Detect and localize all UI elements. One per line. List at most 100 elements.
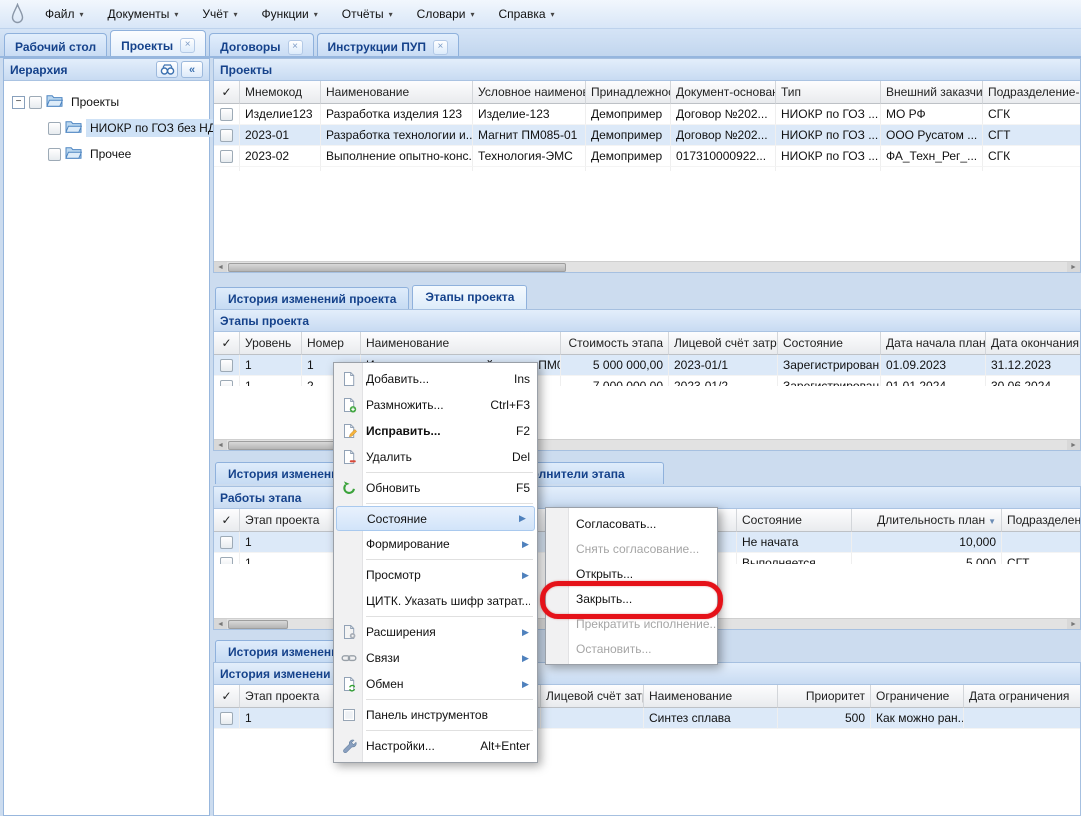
scroll-right-icon[interactable]: ► <box>1067 262 1080 273</box>
horizontal-scrollbar[interactable]: ◄ ► <box>214 261 1080 272</box>
column-header[interactable]: Внешний заказчик <box>881 81 983 104</box>
column-header[interactable]: Состояние <box>778 332 881 355</box>
tab-Рабочий стол[interactable]: Рабочий стол <box>4 33 107 56</box>
column-header[interactable]: Дата ограничения <box>964 685 1080 708</box>
tree-node-root[interactable]: − Проекты <box>8 89 205 115</box>
table-row[interactable]: 2023-02Выполнение опытно-конс...Технолог… <box>214 146 1080 167</box>
row-checkbox[interactable] <box>220 536 233 549</box>
subtab-Этапы проекта[interactable]: Этапы проекта <box>412 285 527 309</box>
scroll-right-icon[interactable]: ► <box>1067 440 1080 451</box>
row-checkbox[interactable] <box>220 359 233 372</box>
menubar-item[interactable]: Отчёты▾ <box>331 2 404 26</box>
collapse-sidebar-button[interactable]: « <box>181 61 203 78</box>
column-header[interactable]: Дата начала план <box>881 332 986 355</box>
scroll-left-icon[interactable]: ◄ <box>214 619 227 630</box>
table-cell: Выполнение опытно-конс... <box>321 146 473 167</box>
context-menu-item[interactable]: Формирование▶ <box>334 531 537 557</box>
column-header[interactable]: Принадлежность <box>586 81 671 104</box>
context-menu-item[interactable]: Настройки...Alt+Enter <box>334 733 537 759</box>
table-row[interactable]: Изделие123Разработка изделия 123Изделие-… <box>214 104 1080 125</box>
table-cell: СГТ <box>1002 553 1080 564</box>
context-menu-item[interactable]: Состояние▶ <box>336 506 535 531</box>
close-icon[interactable]: × <box>288 40 303 55</box>
column-header[interactable]: Длительность план▼ <box>852 509 1002 532</box>
row-checkbox[interactable] <box>220 129 233 142</box>
column-header[interactable]: Уровень <box>240 332 302 355</box>
context-menu-item[interactable]: Расширения▶ <box>334 619 537 645</box>
row-checkbox[interactable] <box>220 108 233 121</box>
scrollbar-thumb[interactable] <box>228 263 566 272</box>
column-header[interactable]: Состояние <box>737 509 852 532</box>
scroll-left-icon[interactable]: ◄ <box>214 440 227 451</box>
select-all-header[interactable]: ✓ <box>214 332 240 355</box>
column-header[interactable]: Тип <box>776 81 881 104</box>
submenu-item-annotated[interactable]: Закрыть... <box>546 586 717 611</box>
menubar-item[interactable]: Учёт▾ <box>191 2 248 26</box>
row-checkbox[interactable] <box>220 557 233 564</box>
close-icon[interactable]: × <box>433 40 448 55</box>
menu-separator <box>366 472 533 473</box>
table-cell: 017310000922... <box>671 146 776 167</box>
column-header[interactable]: Лицевой счёт затрат. <box>669 332 778 355</box>
scroll-left-icon[interactable]: ◄ <box>214 262 227 273</box>
context-menu-item[interactable]: Просмотр▶ <box>334 562 537 588</box>
menubar-item[interactable]: Словари▾ <box>406 2 486 26</box>
submenu-item[interactable]: Согласовать... <box>546 511 717 536</box>
close-icon[interactable]: × <box>180 38 195 53</box>
column-header[interactable]: Документ-основан <box>671 81 776 104</box>
table-cell: НИОКР по ГОЗ ... <box>776 104 881 125</box>
column-header[interactable]: Ограничение <box>871 685 964 708</box>
subtab-История изменений проекта[interactable]: История изменений проекта <box>215 287 409 309</box>
column-header[interactable]: Подразделение-исполн <box>1002 509 1080 532</box>
context-menu-item[interactable]: Связи▶ <box>334 645 537 671</box>
column-header[interactable]: Наименование <box>321 81 473 104</box>
context-menu-item[interactable]: УдалитьDel <box>334 444 537 470</box>
context-menu-item[interactable]: Обмен▶ <box>334 671 537 697</box>
scroll-right-icon[interactable]: ► <box>1067 619 1080 630</box>
context-menu-item[interactable]: Добавить...Ins <box>334 366 537 392</box>
tree-checkbox[interactable] <box>48 122 61 135</box>
context-menu-item[interactable]: ОбновитьF5 <box>334 475 537 501</box>
table-row[interactable]: 2023-01Разработка технологии и...Магнит … <box>214 125 1080 146</box>
column-header[interactable]: Наименование <box>644 685 778 708</box>
menubar-item[interactable]: Справка▾ <box>487 2 565 26</box>
column-header[interactable]: Лицевой счёт затр <box>541 685 644 708</box>
column-header[interactable]: Наименование <box>361 332 561 355</box>
column-header[interactable]: Мнемокод <box>240 81 321 104</box>
row-checkbox[interactable] <box>220 150 233 163</box>
scrollbar-thumb[interactable] <box>228 620 288 629</box>
column-header[interactable]: Условное наименова <box>473 81 586 104</box>
column-header[interactable]: Подразделение-от <box>983 81 1080 104</box>
column-header[interactable]: Дата окончания п <box>986 332 1080 355</box>
table-cell: 01.09.2023 <box>881 355 986 376</box>
tab-Инструкции ПУП[interactable]: Инструкции ПУП× <box>317 33 459 56</box>
column-header[interactable]: Этап проекта <box>240 685 346 708</box>
menubar-item[interactable]: Документы▾ <box>97 2 190 26</box>
context-menu-item[interactable]: Панель инструментов <box>334 702 537 728</box>
menubar-item[interactable]: Файл▾ <box>34 2 95 26</box>
select-all-header[interactable]: ✓ <box>214 685 240 708</box>
submenu-arrow-icon: ▶ <box>519 513 527 524</box>
select-all-header[interactable]: ✓ <box>214 81 240 104</box>
tab-Договоры[interactable]: Договоры× <box>209 33 313 56</box>
column-header[interactable]: Приоритет <box>778 685 871 708</box>
column-header[interactable]: Этап проекта <box>240 509 346 532</box>
tree-node-child[interactable]: Прочее <box>8 141 205 167</box>
context-menu-item[interactable]: Размножить...Ctrl+F3 <box>334 392 537 418</box>
submenu-item[interactable]: Открыть... <box>546 561 717 586</box>
collapse-expander-icon[interactable]: − <box>12 96 25 109</box>
context-menu-item[interactable]: Исправить...F2 <box>334 418 537 444</box>
context-menu-item[interactable]: ЦИТК. Указать шифр затрат... <box>334 588 537 614</box>
row-checkbox[interactable] <box>220 712 233 725</box>
table-cell: НИОКР по ГОЗ ... <box>776 146 881 167</box>
menubar-item[interactable]: Функции▾ <box>250 2 328 26</box>
select-all-header[interactable]: ✓ <box>214 509 240 532</box>
column-header[interactable]: Стоимость этапа <box>561 332 669 355</box>
tree-checkbox[interactable] <box>48 148 61 161</box>
search-icon[interactable] <box>156 61 178 78</box>
tab-Проекты[interactable]: Проекты× <box>110 30 206 56</box>
tree-node-child[interactable]: НИОКР по ГОЗ без НДС <box>8 115 205 141</box>
tree-checkbox[interactable] <box>29 96 42 109</box>
table-cell: 1 <box>240 553 346 564</box>
column-header[interactable]: Номер <box>302 332 361 355</box>
